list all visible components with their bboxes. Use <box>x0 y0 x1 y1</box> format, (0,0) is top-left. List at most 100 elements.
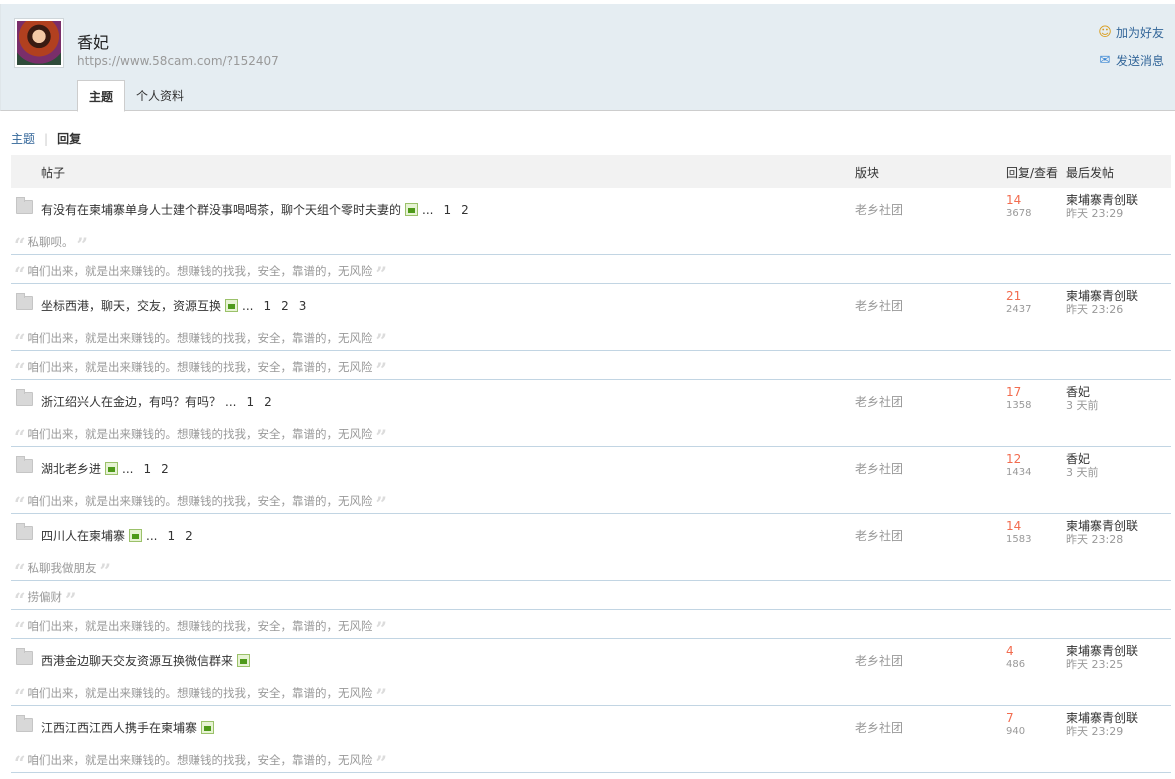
reply-quote[interactable]: “咱们出来，就是出来赚钱的。想赚钱的找我，安全，靠谱的，无风险” <box>14 263 387 284</box>
page-link[interactable]: 1 <box>263 299 271 313</box>
reply-quote-row: “咱们出来，就是出来赚钱的。想赚钱的找我，安全，靠谱的，无风险” <box>11 351 1171 380</box>
close-quote-icon: ” <box>375 616 387 641</box>
avatar[interactable] <box>14 18 64 68</box>
last-post-author[interactable]: 柬埔寨青创联 <box>1066 194 1138 207</box>
page-link[interactable]: 2 <box>461 203 469 217</box>
thread-title[interactable]: 坐标西港，聊天，交友，资源互换 <box>41 297 221 314</box>
page-link[interactable]: 1 <box>167 529 175 543</box>
last-post: 柬埔寨青创联 昨天 23:29 <box>1066 712 1138 739</box>
forum-link[interactable]: 老乡社团 <box>855 201 903 218</box>
reply-quote[interactable]: “私聊呗。” <box>14 232 88 257</box>
thread-title[interactable]: 有没有在柬埔寨单身人士建个群没事喝喝茶，聊个天组个零时夫妻的 <box>41 201 401 218</box>
page-ellipsis: ... <box>422 202 434 217</box>
thread-title[interactable]: 湖北老乡进 <box>41 460 101 477</box>
reply-quote[interactable]: “咱们出来，就是出来赚钱的。想赚钱的找我，安全，靠谱的，无风险” <box>14 330 387 351</box>
reply-quote[interactable]: “咱们出来，就是出来赚钱的。想赚钱的找我，安全，靠谱的，无风险” <box>14 493 387 514</box>
last-post: 柬埔寨青创联 昨天 23:28 <box>1066 520 1138 547</box>
profile-header: 香妃 https://www.58cam.com/?152407 ☺ 加为好友 … <box>0 4 1175 112</box>
image-attachment-icon <box>225 299 239 312</box>
reply-count[interactable]: 12 <box>1006 453 1031 466</box>
reply-count[interactable]: 14 <box>1006 520 1031 533</box>
reply-quote-row: “咱们出来，就是出来赚钱的。想赚钱的找我，安全，靠谱的，无风险” <box>11 610 1171 639</box>
profile-url[interactable]: https://www.58cam.com/?152407 <box>77 54 279 68</box>
reply-view-counts: 14 1583 <box>1006 520 1031 546</box>
folder-icon <box>16 523 33 540</box>
forum-link[interactable]: 老乡社团 <box>855 719 903 736</box>
page-link[interactable]: 2 <box>264 395 272 409</box>
profile-name[interactable]: 香妃 <box>77 29 109 53</box>
view-count: 2437 <box>1006 304 1032 315</box>
last-post-author[interactable]: 柬埔寨青创联 <box>1066 520 1138 533</box>
image-attachment-icon <box>129 529 143 542</box>
reply-quote[interactable]: “咱们出来，就是出来赚钱的。想赚钱的找我，安全，靠谱的，无风险” <box>14 685 387 706</box>
reply-quote-row: “私聊我做朋友” <box>11 552 1171 581</box>
last-post-author[interactable]: 香妃 <box>1066 386 1099 399</box>
thread-title[interactable]: 浙江绍兴人在金边，有吗？有吗？ <box>41 393 221 410</box>
reply-count[interactable]: 17 <box>1006 386 1031 399</box>
last-post-time[interactable]: 昨天 23:29 <box>1066 725 1138 738</box>
last-post-time[interactable]: 昨天 23:26 <box>1066 303 1138 316</box>
reply-quote-text: 咱们出来，就是出来赚钱的。想赚钱的找我，安全，靠谱的，无风险 <box>27 360 373 374</box>
add-friend-button[interactable]: ☺ 加为好友 <box>1098 24 1164 41</box>
thread-title-group: 有没有在柬埔寨单身人士建个群没事喝喝茶，聊个天组个零时夫妻的... 1 2 <box>41 201 469 218</box>
open-quote-icon: “ <box>14 558 25 583</box>
reply-quote-text: 咱们出来，就是出来赚钱的。想赚钱的找我，安全，靠谱的，无风险 <box>27 331 373 345</box>
forum-link[interactable]: 老乡社团 <box>855 297 903 314</box>
reply-quote-text: 咱们出来，就是出来赚钱的。想赚钱的找我，安全，靠谱的，无风险 <box>27 753 373 767</box>
last-post-author[interactable]: 柬埔寨青创联 <box>1066 712 1138 725</box>
page-link[interactable]: 3 <box>299 299 307 313</box>
reply-quote-row: “私聊呗。” <box>11 226 1171 255</box>
reply-count[interactable]: 4 <box>1006 645 1025 658</box>
last-post-author[interactable]: 香妃 <box>1066 453 1099 466</box>
tab-profile[interactable]: 个人资料 <box>125 80 195 112</box>
page-link[interactable]: 1 <box>443 203 451 217</box>
page-link[interactable]: 2 <box>161 462 169 476</box>
page-link[interactable]: 1 <box>246 395 254 409</box>
last-post-author[interactable]: 柬埔寨青创联 <box>1066 290 1138 303</box>
last-post-time[interactable]: 3 天前 <box>1066 399 1099 412</box>
last-post-time[interactable]: 昨天 23:28 <box>1066 533 1138 546</box>
reply-quote[interactable]: “咱们出来，就是出来赚钱的。想赚钱的找我，安全，靠谱的，无风险” <box>14 616 387 641</box>
reply-count[interactable]: 14 <box>1006 194 1031 207</box>
thread-row: 江西江西江西人携手在柬埔寨 老乡社团 7 940 柬埔寨青创联 昨天 23:29 <box>11 706 1171 744</box>
thread-title-group: 江西江西江西人携手在柬埔寨 <box>41 719 215 736</box>
last-post-time[interactable]: 3 天前 <box>1066 466 1099 479</box>
reply-quote[interactable]: “捞偏财” <box>14 589 76 610</box>
reply-quote[interactable]: “私聊我做朋友” <box>14 558 111 583</box>
folder-icon <box>16 389 33 406</box>
page-ellipsis: ... <box>225 394 237 409</box>
reply-count[interactable]: 7 <box>1006 712 1025 725</box>
thread-title[interactable]: 四川人在柬埔寨 <box>41 527 125 544</box>
reply-quote-text: 捞偏财 <box>27 590 63 604</box>
last-post: 香妃 3 天前 <box>1066 453 1099 480</box>
page-link[interactable]: 2 <box>185 529 193 543</box>
reply-view-counts: 7 940 <box>1006 712 1025 738</box>
open-quote-icon: “ <box>14 232 25 257</box>
thread-title[interactable]: 西港金边聊天交友资源互换微信群来 <box>41 652 233 669</box>
thread-row: 浙江绍兴人在金边，有吗？有吗？... 1 2 老乡社团 17 1358 香妃 3 天前 <box>11 380 1171 418</box>
reply-quote[interactable]: “咱们出来，就是出来赚钱的。想赚钱的找我，安全，靠谱的，无风险” <box>14 752 387 773</box>
forum-link[interactable]: 老乡社团 <box>855 393 903 410</box>
thread-title[interactable]: 江西江西江西人携手在柬埔寨 <box>41 719 197 736</box>
subnav-topics-link[interactable]: 主题 <box>11 130 35 147</box>
reply-quote[interactable]: “咱们出来，就是出来赚钱的。想赚钱的找我，安全，靠谱的，无风险” <box>14 426 387 447</box>
reply-quote[interactable]: “咱们出来，就是出来赚钱的。想赚钱的找我，安全，靠谱的，无风险” <box>14 359 387 380</box>
page-link[interactable]: 1 <box>143 462 151 476</box>
last-post-time[interactable]: 昨天 23:25 <box>1066 658 1138 671</box>
forum-link[interactable]: 老乡社团 <box>855 652 903 669</box>
send-message-button[interactable]: ✉ 发送消息 <box>1098 52 1164 69</box>
reply-count[interactable]: 21 <box>1006 290 1031 303</box>
reply-view-counts: 4 486 <box>1006 645 1025 671</box>
close-quote-icon: ” <box>76 232 88 257</box>
page-link[interactable]: 2 <box>281 299 289 313</box>
tab-topics[interactable]: 主题 <box>77 80 126 112</box>
folder-icon <box>16 293 33 310</box>
subnav-replies[interactable]: 回复 <box>57 130 81 147</box>
forum-link[interactable]: 老乡社团 <box>855 460 903 477</box>
last-post-time[interactable]: 昨天 23:29 <box>1066 207 1138 220</box>
reply-view-counts: 14 3678 <box>1006 194 1031 220</box>
last-post-author[interactable]: 柬埔寨青创联 <box>1066 645 1138 658</box>
folder-icon <box>16 715 33 732</box>
thread-row: 西港金边聊天交友资源互换微信群来 老乡社团 4 486 柬埔寨青创联 昨天 23:25 <box>11 639 1171 677</box>
forum-link[interactable]: 老乡社团 <box>855 527 903 544</box>
